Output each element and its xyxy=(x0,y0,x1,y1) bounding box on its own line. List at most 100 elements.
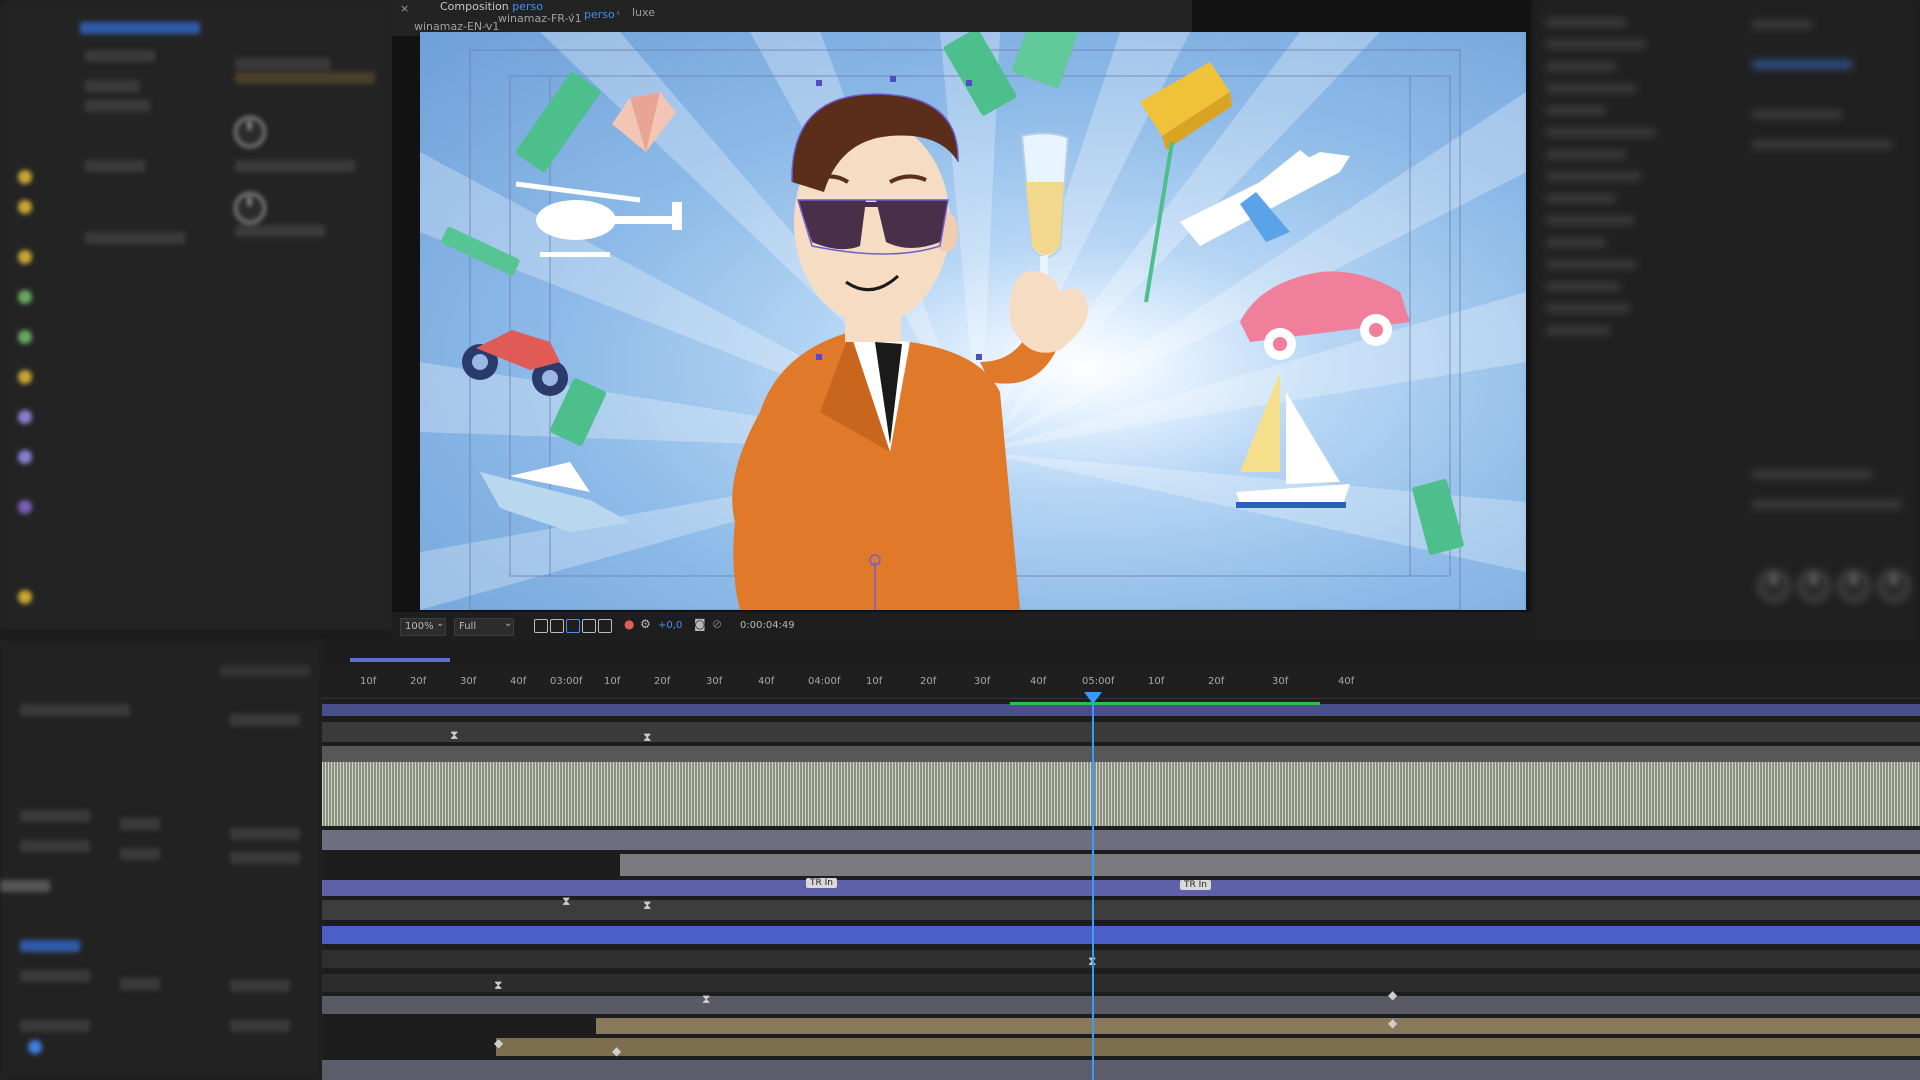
panel-row[interactable] xyxy=(1546,282,1620,291)
angle-knob[interactable] xyxy=(234,116,266,148)
selected-layer-bar[interactable] xyxy=(322,926,1920,944)
layer-row[interactable] xyxy=(230,714,300,726)
layer-bar[interactable] xyxy=(322,996,1920,1014)
layer-color-swatch[interactable] xyxy=(18,590,32,604)
layer-row[interactable] xyxy=(0,880,50,892)
property-field[interactable] xyxy=(85,80,140,92)
panel-row[interactable] xyxy=(1546,260,1636,269)
layer-color-swatch[interactable] xyxy=(28,1040,42,1054)
keyframe-icon[interactable]: ◆ xyxy=(1388,1016,1397,1030)
layer-bar[interactable] xyxy=(496,1038,1920,1056)
search-input[interactable] xyxy=(220,665,310,677)
property-field[interactable] xyxy=(85,232,185,244)
layer-row[interactable] xyxy=(120,818,160,830)
panel-row[interactable] xyxy=(1752,110,1842,119)
property-field[interactable] xyxy=(85,160,145,172)
panel-row[interactable] xyxy=(1546,62,1616,71)
guides-icon[interactable] xyxy=(582,619,596,633)
mask-visibility-icon[interactable] xyxy=(566,619,580,633)
layer-bar[interactable] xyxy=(596,1018,1920,1034)
layer-color-swatch[interactable] xyxy=(18,500,32,514)
align-button[interactable] xyxy=(1838,570,1870,602)
layer-bar[interactable] xyxy=(322,746,1920,762)
gear-icon[interactable]: ⚙ xyxy=(640,617,651,631)
layer-bar[interactable] xyxy=(322,704,1920,716)
layer-color-swatch[interactable] xyxy=(18,250,32,264)
panel-row[interactable] xyxy=(1752,500,1902,509)
layer-bar[interactable] xyxy=(322,722,1920,742)
tab-luxe[interactable]: luxe xyxy=(632,6,655,19)
property-field[interactable] xyxy=(85,50,155,62)
align-button[interactable] xyxy=(1758,570,1790,602)
color-channels-icon[interactable]: ● xyxy=(624,617,634,631)
composition-canvas[interactable] xyxy=(420,32,1526,610)
panel-row[interactable] xyxy=(1546,304,1630,313)
layer-row[interactable] xyxy=(20,970,90,982)
panel-row[interactable] xyxy=(1546,150,1626,159)
panel-row[interactable] xyxy=(1752,470,1872,479)
layer-color-swatch[interactable] xyxy=(18,290,32,304)
layer-row[interactable] xyxy=(120,978,160,990)
safe-zones-icon[interactable] xyxy=(598,619,612,633)
playhead[interactable] xyxy=(1092,692,1094,1080)
keyframe-icon[interactable]: ⧗ xyxy=(643,730,651,745)
layer-color-swatch[interactable] xyxy=(18,200,32,214)
panel-row[interactable] xyxy=(1546,194,1616,203)
effect-row[interactable] xyxy=(80,22,200,34)
current-timecode[interactable]: 0:00:04:49 xyxy=(740,620,795,631)
panel-row[interactable] xyxy=(1752,60,1852,69)
layer-bar[interactable] xyxy=(322,1060,1920,1080)
align-button[interactable] xyxy=(1798,570,1830,602)
keyframe-icon[interactable]: ⧗ xyxy=(450,728,458,743)
work-area-bar[interactable] xyxy=(350,658,450,662)
panel-row[interactable] xyxy=(1752,20,1812,29)
layer-bar[interactable] xyxy=(322,830,1920,850)
keyframe-icon[interactable]: ◆ xyxy=(612,1044,621,1058)
keyframe-icon[interactable]: ⧗ xyxy=(494,978,502,993)
transparency-grid-icon[interactable] xyxy=(550,619,564,633)
layer-color-swatch[interactable] xyxy=(18,410,32,424)
layer-bar[interactable] xyxy=(322,974,1920,992)
layer-row[interactable] xyxy=(230,1020,290,1032)
layer-color-swatch[interactable] xyxy=(18,170,32,184)
layer-color-swatch[interactable] xyxy=(18,450,32,464)
layer-row[interactable] xyxy=(20,704,130,716)
keyframe-icon[interactable]: ⧗ xyxy=(702,992,710,1007)
layer-row[interactable] xyxy=(20,810,90,822)
panel-row[interactable] xyxy=(1546,238,1606,247)
keyframe-icon[interactable]: ⧗ xyxy=(562,894,570,909)
time-ruler[interactable]: 10f 20f 30f 40f 03:00f 10f 20f 30f 40f 0… xyxy=(322,668,1920,699)
property-field[interactable] xyxy=(235,58,330,70)
audio-waveform-track[interactable] xyxy=(322,762,1920,826)
angle-knob[interactable] xyxy=(234,192,266,224)
property-field[interactable] xyxy=(235,72,375,84)
link-icon[interactable]: ⊘ xyxy=(712,617,722,631)
keyframe-icon[interactable]: ◆ xyxy=(494,1036,503,1050)
layer-row[interactable] xyxy=(230,852,300,864)
panel-row[interactable] xyxy=(1546,216,1634,225)
layer-row[interactable] xyxy=(230,828,300,840)
keyframe-icon[interactable]: ◆ xyxy=(1388,988,1397,1002)
property-field[interactable] xyxy=(85,100,150,112)
layer-bar[interactable] xyxy=(322,950,1920,968)
layer-marker[interactable]: TR In xyxy=(1180,880,1211,890)
panel-row[interactable] xyxy=(1546,326,1610,335)
tab-perso[interactable]: perso xyxy=(584,8,615,21)
dropdown-field[interactable] xyxy=(235,160,355,172)
panel-row[interactable] xyxy=(1546,18,1626,27)
keyframe-icon[interactable]: ⧗ xyxy=(643,898,651,913)
panel-row[interactable] xyxy=(1752,140,1892,149)
dropdown-field[interactable] xyxy=(235,225,325,237)
layer-marker[interactable]: TR In xyxy=(806,878,837,888)
panel-row[interactable] xyxy=(1546,172,1641,181)
camera-icon[interactable]: ◙ xyxy=(694,617,706,631)
layer-row[interactable] xyxy=(20,840,90,852)
align-button[interactable] xyxy=(1878,570,1910,602)
layer-color-swatch[interactable] xyxy=(18,330,32,344)
region-of-interest-icon[interactable] xyxy=(534,619,548,633)
panel-row[interactable] xyxy=(1546,84,1636,93)
layer-row[interactable] xyxy=(20,1020,90,1032)
layer-row[interactable] xyxy=(20,940,80,952)
layer-bar[interactable] xyxy=(620,854,1920,876)
exposure-value[interactable]: +0,0 xyxy=(658,620,682,631)
